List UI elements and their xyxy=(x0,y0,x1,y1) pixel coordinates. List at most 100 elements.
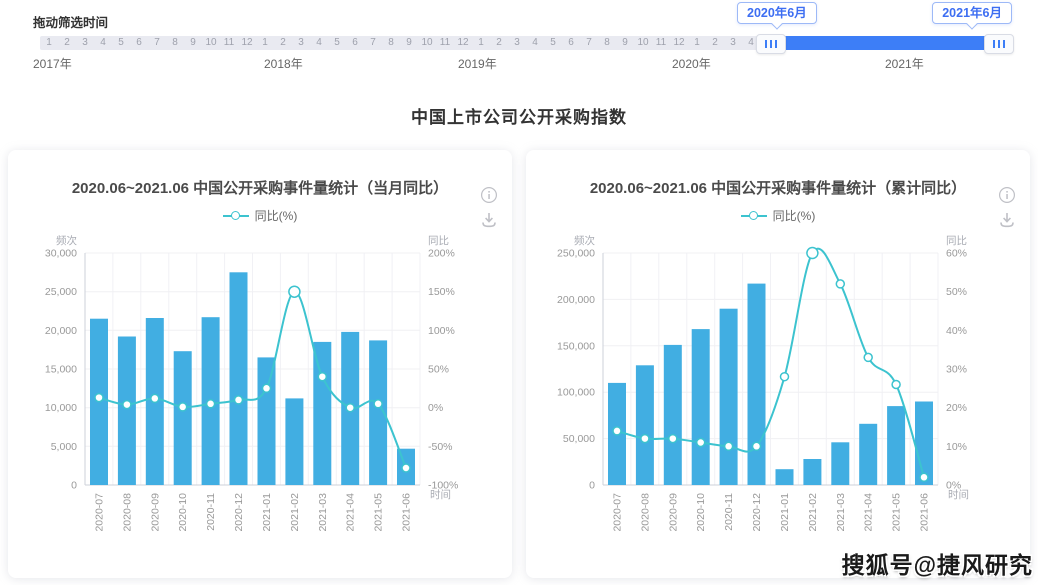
svg-text:20,000: 20,000 xyxy=(45,325,77,337)
svg-text:2021-05: 2021-05 xyxy=(891,493,903,532)
svg-text:2021-03: 2021-03 xyxy=(317,493,329,532)
bar xyxy=(258,357,276,485)
svg-text:2021-03: 2021-03 xyxy=(835,493,847,532)
watermark: 搜狐号@捷风研究 xyxy=(842,546,1033,580)
timeline-month-tick: 5 xyxy=(544,36,562,50)
chart-panel-cumulative-yoy: 2020.06~2021.06 中国公开采购事件量统计（累计同比） 同比(%) … xyxy=(526,150,1030,578)
data-point xyxy=(669,435,677,443)
info-icon[interactable] xyxy=(998,186,1016,204)
svg-text:2021-06: 2021-06 xyxy=(401,493,413,532)
info-icon[interactable] xyxy=(480,186,498,204)
timeline-track[interactable]: 1234567891011121234567891011121234567891… xyxy=(40,36,1013,50)
x-tick-labels: 2020-072020-082020-092020-102020-112020-… xyxy=(612,493,931,532)
timeline-month-tick: 10 xyxy=(202,36,220,50)
filter-label: 拖动筛选时间 xyxy=(33,12,108,31)
data-point xyxy=(753,442,761,450)
end-date-tooltip: 2021年6月 xyxy=(932,2,1012,24)
timeline-year-label: 2020年 xyxy=(672,55,711,72)
download-icon[interactable] xyxy=(998,211,1016,229)
data-point xyxy=(807,248,818,259)
timeline-month-tick: 8 xyxy=(166,36,184,50)
svg-text:10,000: 10,000 xyxy=(45,402,77,414)
timeline-month-tick: 9 xyxy=(400,36,418,50)
svg-text:60%: 60% xyxy=(946,248,967,260)
svg-text:5,000: 5,000 xyxy=(51,441,77,453)
data-point xyxy=(346,404,354,412)
legend-label: 同比(%) xyxy=(255,207,298,224)
svg-text:30,000: 30,000 xyxy=(45,248,77,260)
download-icon[interactable] xyxy=(480,211,498,229)
data-point xyxy=(179,403,187,411)
svg-text:2020-09: 2020-09 xyxy=(667,493,679,532)
svg-text:2020-12: 2020-12 xyxy=(233,493,245,532)
bar xyxy=(831,442,849,485)
data-point xyxy=(207,400,215,408)
svg-text:2021-06: 2021-06 xyxy=(919,493,931,532)
svg-text:2021-01: 2021-01 xyxy=(779,493,791,532)
timeline-month-tick: 3 xyxy=(292,36,310,50)
svg-text:2020-08: 2020-08 xyxy=(639,493,651,532)
data-point xyxy=(641,435,649,443)
svg-text:0: 0 xyxy=(71,480,77,492)
timeline-month-tick: 10 xyxy=(634,36,652,50)
data-point xyxy=(151,394,159,402)
bar xyxy=(118,337,136,486)
timeline-month-tick: 4 xyxy=(526,36,544,50)
timeline-month-tick: 2 xyxy=(490,36,508,50)
timeline-month-tick: 12 xyxy=(454,36,472,50)
data-point xyxy=(318,373,326,381)
svg-text:2021-01: 2021-01 xyxy=(261,493,273,532)
svg-text:40%: 40% xyxy=(946,325,967,337)
timeline-month-tick: 2 xyxy=(274,36,292,50)
timeline-handle-right[interactable] xyxy=(984,34,1014,54)
timeline-month-tick: 10 xyxy=(418,36,436,50)
data-point xyxy=(289,286,300,297)
data-point xyxy=(402,464,410,472)
svg-text:50%: 50% xyxy=(428,364,449,376)
bar xyxy=(313,342,331,485)
svg-text:频次: 频次 xyxy=(56,234,77,247)
data-point xyxy=(697,439,705,447)
svg-text:10%: 10% xyxy=(946,441,967,453)
timeline-year-label: 2021年 xyxy=(885,55,924,72)
svg-text:15,000: 15,000 xyxy=(45,364,77,376)
bar xyxy=(174,351,192,485)
data-point xyxy=(374,400,382,408)
timeline-month-tick: 7 xyxy=(364,36,382,50)
data-point xyxy=(864,353,872,361)
timeline-month-tick: 6 xyxy=(130,36,148,50)
timeline-handle-left[interactable] xyxy=(756,34,786,54)
timeline-month-tick: 8 xyxy=(382,36,400,50)
timeline-month-tick: 1 xyxy=(688,36,706,50)
chart-title: 2020.06~2021.06 中国公开采购事件量统计（累计同比） xyxy=(526,150,1030,198)
bar xyxy=(664,345,682,485)
data-point xyxy=(235,396,243,404)
svg-text:时间: 时间 xyxy=(430,488,451,501)
svg-text:250,000: 250,000 xyxy=(557,248,595,260)
svg-text:25,000: 25,000 xyxy=(45,286,77,298)
svg-text:2020-07: 2020-07 xyxy=(94,493,106,532)
line-series-legend-icon xyxy=(223,211,249,221)
timeline-month-tick: 12 xyxy=(238,36,256,50)
svg-text:同比: 同比 xyxy=(946,234,967,247)
timeline-month-tick: 5 xyxy=(112,36,130,50)
bar-line-chart-monthly[interactable]: 05,00010,00015,00020,00025,00030,000-100… xyxy=(8,230,512,545)
data-point xyxy=(920,473,928,481)
svg-text:频次: 频次 xyxy=(574,234,595,247)
legend-item-yoy[interactable]: 同比(%) xyxy=(526,207,1030,224)
legend-item-yoy[interactable]: 同比(%) xyxy=(8,207,512,224)
bar-line-chart-cumulative[interactable]: 050,000100,000150,000200,000250,0000%10%… xyxy=(526,230,1030,545)
bar xyxy=(748,284,766,485)
timeline-month-tick: 11 xyxy=(652,36,670,50)
svg-text:同比: 同比 xyxy=(428,234,449,247)
timeline-month-tick: 1 xyxy=(40,36,58,50)
svg-text:2020-11: 2020-11 xyxy=(723,493,735,531)
timeline-month-tick: 2 xyxy=(706,36,724,50)
data-point xyxy=(781,373,789,381)
timeline-selected-range[interactable] xyxy=(763,36,1013,50)
timeline-month-tick: 6 xyxy=(562,36,580,50)
bar xyxy=(692,329,710,485)
data-point xyxy=(95,394,103,402)
svg-text:200,000: 200,000 xyxy=(557,294,595,306)
data-point xyxy=(263,384,271,392)
